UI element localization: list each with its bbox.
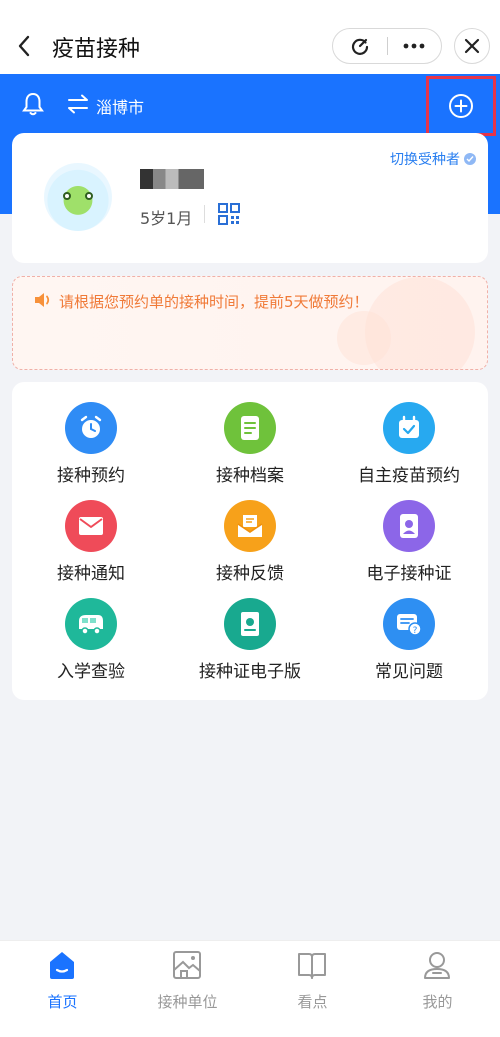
chevron-left-icon <box>18 35 30 57</box>
add-button[interactable] <box>426 76 496 136</box>
service-label: 常见问题 <box>375 662 443 682</box>
switch-vaccinee-button[interactable]: 切换受种者 <box>390 149 476 169</box>
service-vaccination-feedback[interactable]: 接种反馈 <box>171 480 329 584</box>
city-label[interactable]: 淄博市 <box>96 94 144 118</box>
profile-divider <box>204 205 205 223</box>
vaccinee-card: 切换受种者 5岁1月 <box>12 133 488 263</box>
plus-circle-icon <box>449 94 473 118</box>
svg-text:?: ? <box>413 626 418 636</box>
tab-highlights[interactable]: 看点 <box>250 949 375 1019</box>
switch-city-button[interactable] <box>66 92 90 116</box>
tab-label: 首页 <box>47 993 78 1011</box>
swap-arrows-icon <box>68 94 88 114</box>
services-grid: 接种预约 接种档案 自主疫苗预约 接种通知 接种反馈 电子接种证 入学查验 接种… <box>12 382 488 700</box>
question-chat-icon: ? <box>383 598 435 650</box>
service-vaccination-appointment[interactable]: 接种预约 <box>12 382 170 486</box>
qr-code-button[interactable] <box>218 203 240 225</box>
feedback-mail-icon <box>224 500 276 552</box>
qr-code-icon <box>218 203 240 225</box>
user-icon <box>424 952 450 979</box>
service-electronic-certificate[interactable]: 电子接种证 <box>330 480 488 584</box>
home-icon <box>50 952 74 979</box>
service-label: 入学查验 <box>57 662 125 682</box>
tab-label: 我的 <box>422 993 453 1011</box>
refresh-button[interactable] <box>333 29 387 63</box>
tab-vaccination-units[interactable]: 接种单位 <box>125 949 250 1019</box>
mini-program-capsule <box>332 28 442 64</box>
tab-label: 看点 <box>297 993 328 1011</box>
certificate-book-icon <box>224 598 276 650</box>
document-icon <box>224 402 276 454</box>
decorative-circle <box>337 311 391 365</box>
refresh-icon <box>351 38 368 55</box>
close-button[interactable] <box>454 28 490 64</box>
notice-text: 请根据您预约单的接种时间，提前5天做预约！ <box>59 293 369 311</box>
notification-button[interactable] <box>20 90 46 118</box>
tab-home[interactable]: 首页 <box>0 949 125 1019</box>
bell-icon <box>22 92 44 116</box>
service-school-enrollment-check[interactable]: 入学查验 <box>12 578 170 682</box>
tab-label: 接种单位 <box>157 993 218 1011</box>
building-icon <box>173 951 201 979</box>
service-certificate-electronic-version[interactable]: 接种证电子版 <box>171 578 329 682</box>
book-icon <box>298 953 326 979</box>
id-card-icon <box>383 500 435 552</box>
vaccinee-age: 5岁1月 <box>140 209 193 228</box>
service-vaccination-notice[interactable]: 接种通知 <box>12 480 170 584</box>
speaker-icon <box>35 293 50 307</box>
close-icon <box>464 38 480 54</box>
service-label: 接种证电子版 <box>199 662 301 682</box>
service-faq[interactable]: ? 常见问题 <box>330 578 488 682</box>
back-button[interactable] <box>10 28 38 64</box>
bottom-tab-bar: 首页 接种单位 看点 我的 <box>0 940 500 1037</box>
alarm-clock-icon <box>65 402 117 454</box>
vaccinee-name-redacted <box>140 169 204 189</box>
avatar <box>44 163 112 231</box>
calendar-check-icon <box>383 402 435 454</box>
switch-vaccinee-label: 切换受种者 <box>390 152 460 168</box>
more-dots-icon <box>403 43 425 49</box>
tab-mine[interactable]: 我的 <box>375 949 500 1019</box>
page-title: 疫苗接种 <box>52 37 141 62</box>
top-navigation-bar: 疫苗接种 <box>0 0 500 74</box>
verified-check-icon <box>464 153 476 165</box>
service-self-vaccine-appointment[interactable]: 自主疫苗预约 <box>330 382 488 486</box>
more-button[interactable] <box>387 29 441 63</box>
school-bus-icon <box>65 598 117 650</box>
sprout-mascot-icon <box>63 192 93 202</box>
notice-banner: 请根据您预约单的接种时间，提前5天做预约！ <box>12 276 488 370</box>
service-vaccination-records[interactable]: 接种档案 <box>171 382 329 486</box>
mail-icon <box>65 500 117 552</box>
